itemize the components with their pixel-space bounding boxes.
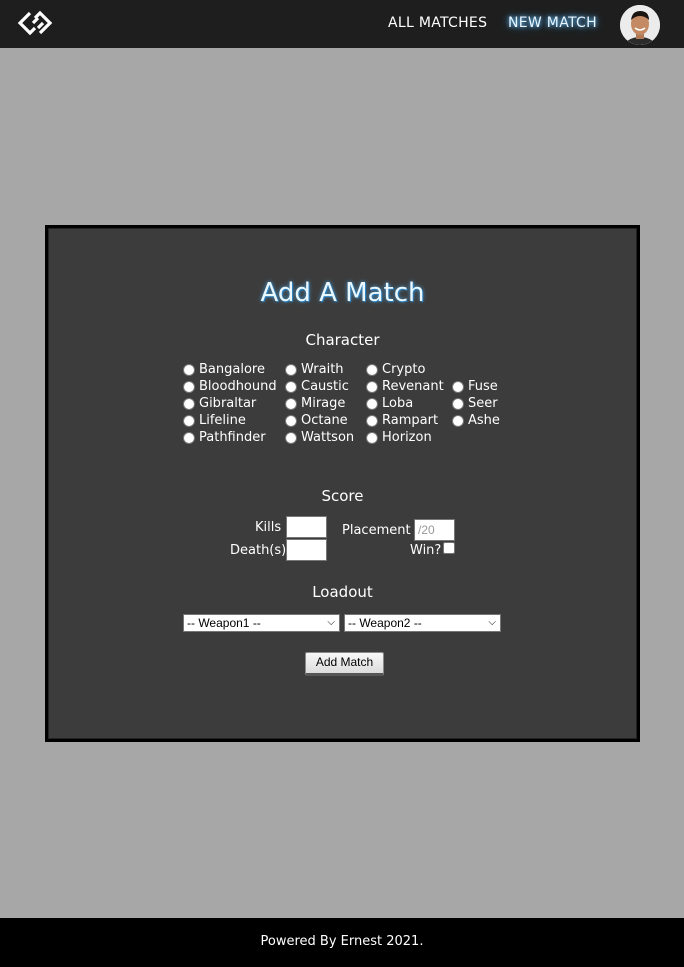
weapon2-selected-value: -- Weapon2 -- <box>348 616 422 630</box>
radio-button[interactable] <box>285 380 297 393</box>
radio-button[interactable] <box>183 380 195 393</box>
kills-input[interactable] <box>286 516 327 538</box>
chevron-down-icon: ⌵ <box>488 617 496 628</box>
radio-button[interactable] <box>285 363 297 376</box>
nav-all-matches[interactable]: ALL MATCHES <box>388 15 487 31</box>
kills-label: Kills <box>255 520 282 535</box>
character-option-bangalore[interactable]: Bangalore <box>183 361 277 378</box>
footer: Powered By Ernest 2021. <box>0 918 684 967</box>
weapon1-selected-value: -- Weapon1 -- <box>187 616 261 630</box>
weapon1-select[interactable]: -- Weapon1 -- ⌵ <box>183 614 340 632</box>
character-column-4: Fuse Seer Ashe <box>452 378 500 429</box>
character-option-mirage[interactable]: Mirage <box>285 395 354 412</box>
radio-button[interactable] <box>452 380 464 393</box>
radio-button[interactable] <box>183 397 195 410</box>
radio-button[interactable] <box>183 431 195 444</box>
character-option-loba[interactable]: Loba <box>366 395 444 412</box>
loadout-section-title: Loadout <box>312 583 373 601</box>
page-title: Add A Match <box>260 278 425 308</box>
add-match-card: Add A Match Character Bangalore Bloodhou… <box>45 225 640 742</box>
radio-button[interactable] <box>183 414 195 427</box>
character-option-caustic[interactable]: Caustic <box>285 378 354 395</box>
top-nav-bar: ALL MATCHES NEW MATCH <box>0 0 684 48</box>
character-option-octane[interactable]: Octane <box>285 412 354 429</box>
character-column-1: Bangalore Bloodhound Gibraltar Lifeline … <box>183 361 277 446</box>
character-option-wraith[interactable]: Wraith <box>285 361 354 378</box>
character-option-crypto[interactable]: Crypto <box>366 361 444 378</box>
deaths-label: Death(s) <box>230 543 287 558</box>
character-option-gibraltar[interactable]: Gibraltar <box>183 395 277 412</box>
character-option-wattson[interactable]: Wattson <box>285 429 354 446</box>
score-section-title: Score <box>321 487 364 505</box>
radio-button[interactable] <box>366 414 378 427</box>
win-label: Win? <box>410 543 442 558</box>
character-option-horizon[interactable]: Horizon <box>366 429 444 446</box>
radio-button[interactable] <box>452 397 464 410</box>
character-column-3: Crypto Revenant Loba Rampart Horizon <box>366 361 444 446</box>
radio-button[interactable] <box>366 397 378 410</box>
radio-button[interactable] <box>366 363 378 376</box>
character-option-seer[interactable]: Seer <box>452 395 500 412</box>
nav-new-match[interactable]: NEW MATCH <box>508 15 597 31</box>
radio-button[interactable] <box>452 414 464 427</box>
radio-button[interactable] <box>285 431 297 444</box>
radio-button[interactable] <box>285 414 297 427</box>
radio-button[interactable] <box>366 380 378 393</box>
radio-button[interactable] <box>366 431 378 444</box>
character-option-pathfinder[interactable]: Pathfinder <box>183 429 277 446</box>
character-option-bloodhound[interactable]: Bloodhound <box>183 378 277 395</box>
logo-icon[interactable] <box>16 6 60 40</box>
footer-text: Powered By Ernest 2021. <box>260 934 424 949</box>
character-option-revenant[interactable]: Revenant <box>366 378 444 395</box>
character-option-fuse[interactable]: Fuse <box>452 378 500 395</box>
add-match-button[interactable]: Add Match <box>305 652 384 676</box>
deaths-input[interactable] <box>286 539 327 561</box>
character-column-2: Wraith Caustic Mirage Octane Wattson <box>285 361 354 446</box>
character-option-ashe[interactable]: Ashe <box>452 412 500 429</box>
placement-input[interactable]: /20 <box>414 519 455 541</box>
character-option-rampart[interactable]: Rampart <box>366 412 444 429</box>
character-option-lifeline[interactable]: Lifeline <box>183 412 277 429</box>
win-checkbox[interactable] <box>443 542 455 554</box>
weapon2-select[interactable]: -- Weapon2 -- ⌵ <box>344 614 501 632</box>
character-section-title: Character <box>305 331 380 349</box>
radio-button[interactable] <box>285 397 297 410</box>
user-avatar[interactable] <box>620 5 660 45</box>
placement-label: Placement <box>342 523 411 538</box>
chevron-down-icon: ⌵ <box>327 617 335 628</box>
radio-button[interactable] <box>183 363 195 376</box>
